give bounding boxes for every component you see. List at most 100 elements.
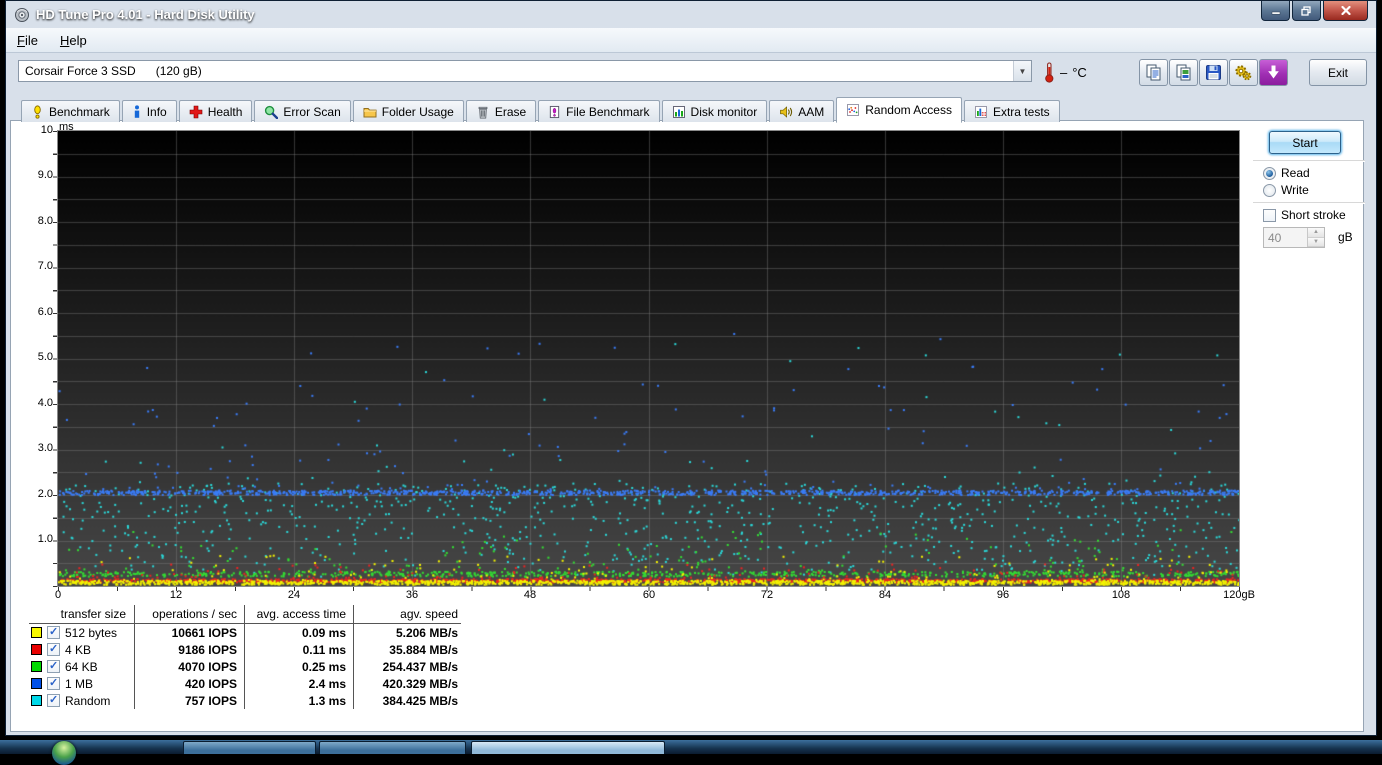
read-radio[interactable]	[1263, 166, 1276, 180]
table-row-4-kb: 4 KB 9186 IOPS 0.11 ms 35.884 MB/s	[29, 641, 461, 658]
table-row-64-kb: 64 KB 4070 IOPS 0.25 ms 254.437 MB/s	[29, 658, 461, 675]
start-button[interactable]: Start	[1269, 131, 1341, 154]
series-checkbox[interactable]	[47, 676, 60, 690]
exit-button[interactable]: Exit	[1309, 59, 1367, 86]
tab-erase[interactable]: Erase	[465, 100, 537, 122]
tab-random-access[interactable]: Random Access	[836, 97, 962, 123]
menu-file[interactable]: File	[6, 29, 49, 52]
aam-speaker-icon	[780, 105, 793, 118]
temperature-readout: – °C	[1044, 61, 1087, 83]
iops-value: 420 IOPS	[184, 676, 237, 691]
tab-label: Extra tests	[992, 104, 1050, 119]
series-color-swatch	[31, 644, 42, 655]
start-label: Start	[1292, 135, 1318, 150]
separator	[1253, 160, 1365, 162]
taskbar-button[interactable]	[183, 741, 316, 754]
disk-monitor-icon	[672, 105, 685, 118]
speed-value: 384.425 MB/s	[382, 693, 458, 708]
app-icon	[15, 7, 29, 22]
copy-image-button[interactable]	[1169, 59, 1198, 86]
taskbar-button[interactable]	[471, 741, 665, 754]
menu-help[interactable]: Help	[49, 29, 98, 52]
spinner-value: 40	[1268, 231, 1282, 245]
tab-label: Erase	[494, 104, 527, 119]
x-tick-label: 60	[642, 589, 656, 601]
options-gear-icon	[1235, 65, 1252, 81]
tab-label: Benchmark	[49, 104, 110, 119]
close-button[interactable]	[1323, 1, 1368, 21]
tab-extra-tests[interactable]: Extra tests	[963, 100, 1060, 122]
tab-benchmark[interactable]: Benchmark	[21, 100, 120, 122]
file-benchmark-icon	[550, 105, 560, 118]
taskbar-button[interactable]	[319, 741, 466, 754]
access-time-value: 0.25 ms	[301, 659, 346, 674]
extra-tests-icon	[974, 105, 987, 118]
save-button[interactable]	[1199, 59, 1228, 86]
random-access-icon	[847, 104, 860, 116]
write-radio-row[interactable]: Write	[1263, 183, 1309, 197]
short-stroke-size-spinner[interactable]: 40 ▲ ▼	[1263, 227, 1325, 248]
series-label: 64 KB	[65, 659, 98, 674]
access-time-value: 0.09 ms	[301, 625, 346, 640]
series-checkbox[interactable]	[47, 642, 60, 656]
series-label: Random	[65, 693, 111, 708]
tab-label: Random Access	[865, 103, 952, 117]
options-button[interactable]	[1229, 59, 1258, 86]
table-row-1-mb: 1 MB 420 IOPS 2.4 ms 420.329 MB/s	[29, 675, 461, 692]
short-stroke-checkbox[interactable]	[1263, 208, 1276, 222]
tab-label: Disk monitor	[690, 104, 758, 119]
iops-value: 10661 IOPS	[171, 625, 237, 640]
series-checkbox[interactable]	[47, 625, 60, 639]
spinner-down-icon[interactable]: ▼	[1308, 237, 1324, 247]
x-tick-label: 12	[169, 589, 183, 601]
tab-disk-monitor[interactable]: Disk monitor	[661, 100, 768, 122]
write-radio[interactable]	[1263, 183, 1276, 197]
tab-label: AAM	[798, 104, 825, 119]
tab-file-benchmark[interactable]: File Benchmark	[538, 100, 660, 122]
y-tick-label: 10	[40, 124, 53, 136]
y-tick-label: 8.0	[37, 215, 53, 227]
y-tick-label: 5.0	[37, 351, 53, 363]
short-stroke-row[interactable]: Short stroke	[1263, 208, 1346, 222]
tab-health[interactable]: Health	[178, 100, 253, 122]
error-scan-icon	[265, 105, 279, 119]
benchmark-icon	[34, 104, 41, 119]
temperature-value: –	[1060, 64, 1068, 80]
x-tick-label: 0	[54, 589, 62, 601]
health-icon	[189, 105, 203, 118]
copy-image-icon	[1176, 64, 1191, 81]
chevron-down-icon[interactable]: ▼	[1013, 61, 1031, 81]
iops-value: 4070 IOPS	[178, 659, 237, 674]
read-radio-row[interactable]: Read	[1263, 166, 1310, 180]
tab-info[interactable]: Info	[121, 100, 177, 122]
x-tick-label: 36	[405, 589, 419, 601]
speed-value: 35.884 MB/s	[389, 642, 458, 657]
series-color-swatch	[31, 678, 42, 689]
restore-button[interactable]	[1292, 1, 1321, 21]
tab-label: Health	[207, 104, 243, 119]
tab-error-scan[interactable]: Error Scan	[254, 100, 351, 122]
tab-folder-usage[interactable]: Folder Usage	[352, 100, 464, 122]
tab-aam[interactable]: AAM	[769, 100, 835, 122]
download-update-button[interactable]	[1259, 59, 1288, 86]
tab-label: File Benchmark	[566, 104, 650, 119]
copy-text-button[interactable]	[1139, 59, 1168, 86]
title-bar: HD Tune Pro 4.01 - Hard Disk Utility	[6, 1, 1376, 28]
thermometer-icon	[1045, 62, 1054, 83]
start-orb[interactable]	[52, 741, 76, 765]
minimize-button[interactable]	[1261, 1, 1290, 21]
drive-selector[interactable]: Corsair Force 3 SSD (120 gB) ▼	[18, 60, 1032, 82]
series-checkbox[interactable]	[47, 693, 60, 707]
temperature-unit: °C	[1072, 64, 1087, 80]
results-table-header: transfer size operations / sec avg. acce…	[29, 605, 461, 624]
y-tick-label: 9.0	[37, 169, 53, 181]
x-tick-label: 24	[287, 589, 301, 601]
series-label: 512 bytes	[65, 625, 118, 640]
x-tick-label: 96	[996, 589, 1010, 601]
series-color-swatch	[31, 695, 42, 706]
spinner-up-icon[interactable]: ▲	[1308, 228, 1324, 238]
short-stroke-label: Short stroke	[1281, 208, 1346, 222]
series-checkbox[interactable]	[47, 659, 60, 673]
drive-selector-value: Corsair Force 3 SSD (120 gB)	[25, 64, 202, 78]
write-label: Write	[1281, 183, 1309, 197]
